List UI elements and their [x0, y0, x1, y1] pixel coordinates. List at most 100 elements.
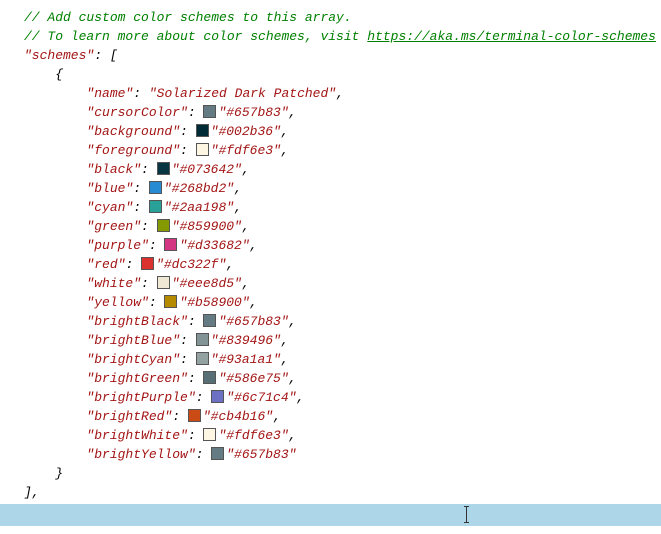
entry-value: "#cb4b16" [203, 409, 273, 424]
colon-bracket: : [ [94, 48, 117, 63]
text-cursor [466, 506, 467, 523]
scheme-entry: "name": "Solarized Dark Patched", [24, 84, 637, 103]
scheme-entry: "white": "#eee8d5", [24, 274, 637, 293]
scheme-entry: "background": "#002b36", [24, 122, 637, 141]
comma: , [250, 295, 258, 310]
color-swatch-icon [196, 124, 209, 137]
entry-value: "#586e75" [218, 371, 288, 386]
color-swatch-icon [211, 447, 224, 460]
colon: : [149, 238, 165, 253]
entry-value: "#839496" [211, 333, 281, 348]
color-swatch-icon [196, 333, 209, 346]
comma: , [289, 428, 297, 443]
scheme-entry: "green": "#859900", [24, 217, 637, 236]
entry-value: "#002b36" [211, 124, 281, 139]
comma: , [281, 333, 289, 348]
comma: , [242, 219, 250, 234]
entry-key: "brightWhite" [86, 428, 187, 443]
colon: : [133, 200, 149, 215]
comma: , [289, 105, 297, 120]
colon: : [133, 181, 149, 196]
entry-value: "#6c71c4" [226, 390, 296, 405]
scheme-entry: "brightWhite": "#fdf6e3", [24, 426, 637, 445]
color-swatch-icon [157, 219, 170, 232]
entry-value: "Solarized Dark Patched" [149, 86, 336, 101]
entry-key: "white" [86, 276, 141, 291]
color-swatch-icon [203, 428, 216, 441]
scheme-entry: "black": "#073642", [24, 160, 637, 179]
scheme-entry: "brightBlack": "#657b83", [24, 312, 637, 331]
color-swatch-icon [157, 162, 170, 175]
entry-value: "#268bd2" [164, 181, 234, 196]
selected-line[interactable] [0, 504, 661, 526]
entry-key: "brightYellow" [86, 447, 195, 462]
color-swatch-icon [203, 371, 216, 384]
entry-value: "#eee8d5" [172, 276, 242, 291]
comma: , [281, 143, 289, 158]
color-swatch-icon [211, 390, 224, 403]
colon: : [141, 276, 157, 291]
entry-value: "#2aa198" [164, 200, 234, 215]
entry-value: "#93a1a1" [211, 352, 281, 367]
color-swatch-icon [149, 181, 162, 194]
comma: , [296, 390, 304, 405]
colon: : [188, 371, 204, 386]
color-swatch-icon [203, 314, 216, 327]
entry-value: "#657b83" [226, 447, 296, 462]
entry-value: "#d33682" [179, 238, 249, 253]
scheme-entry: "cyan": "#2aa198", [24, 198, 637, 217]
array-close: ], [24, 483, 637, 502]
comment-line-2: // To learn more about color schemes, vi… [24, 27, 637, 46]
color-swatch-icon [164, 238, 177, 251]
scheme-entry: "cursorColor": "#657b83", [24, 103, 637, 122]
colon: : [180, 352, 196, 367]
comma: , [289, 371, 297, 386]
color-swatch-icon [196, 143, 209, 156]
entry-key: "brightCyan" [86, 352, 180, 367]
scheme-entry: "brightYellow": "#657b83" [24, 445, 637, 464]
colon: : [125, 257, 141, 272]
scheme-entry: "purple": "#d33682", [24, 236, 637, 255]
comma: , [273, 409, 281, 424]
scheme-entry: "blue": "#268bd2", [24, 179, 637, 198]
entry-key: "brightBlue" [86, 333, 180, 348]
scheme-entry: "brightGreen": "#586e75", [24, 369, 637, 388]
scheme-entry: "foreground": "#fdf6e3", [24, 141, 637, 160]
color-swatch-icon [149, 200, 162, 213]
scheme-entry: "brightRed": "#cb4b16", [24, 407, 637, 426]
color-swatch-icon [188, 409, 201, 422]
entry-key: "foreground" [86, 143, 180, 158]
comment-prefix: // To learn more about color schemes, vi… [24, 29, 367, 44]
color-swatch-icon [203, 105, 216, 118]
entry-key: "purple" [86, 238, 148, 253]
colon: : [188, 105, 204, 120]
comma: , [234, 200, 242, 215]
colon: : [180, 333, 196, 348]
scheme-entry: "brightPurple": "#6c71c4", [24, 388, 637, 407]
entry-key: "brightGreen" [86, 371, 187, 386]
color-swatch-icon [164, 295, 177, 308]
colon: : [188, 314, 204, 329]
scheme-entry: "red": "#dc322f", [24, 255, 637, 274]
entry-key: "background" [86, 124, 180, 139]
color-swatch-icon [196, 352, 209, 365]
entry-key: "black" [86, 162, 141, 177]
schemes-key: "schemes" [24, 48, 94, 63]
colon: : [141, 162, 157, 177]
colon: : [172, 409, 188, 424]
entry-key: "green" [86, 219, 141, 234]
entry-key: "brightBlack" [86, 314, 187, 329]
schemes-doc-link[interactable]: https://aka.ms/terminal-color-schemes [367, 29, 656, 44]
entry-value: "#859900" [172, 219, 242, 234]
comma: , [336, 86, 344, 101]
entry-key: "cyan" [86, 200, 133, 215]
entry-key: "brightRed" [86, 409, 172, 424]
entry-value: "#dc322f" [156, 257, 226, 272]
scheme-entry: "brightCyan": "#93a1a1", [24, 350, 637, 369]
entry-value: "#073642" [172, 162, 242, 177]
entry-value: "#657b83" [218, 314, 288, 329]
entry-value: "#657b83" [218, 105, 288, 120]
comma: , [234, 181, 242, 196]
colon: : [133, 86, 149, 101]
scheme-entry: "brightBlue": "#839496", [24, 331, 637, 350]
